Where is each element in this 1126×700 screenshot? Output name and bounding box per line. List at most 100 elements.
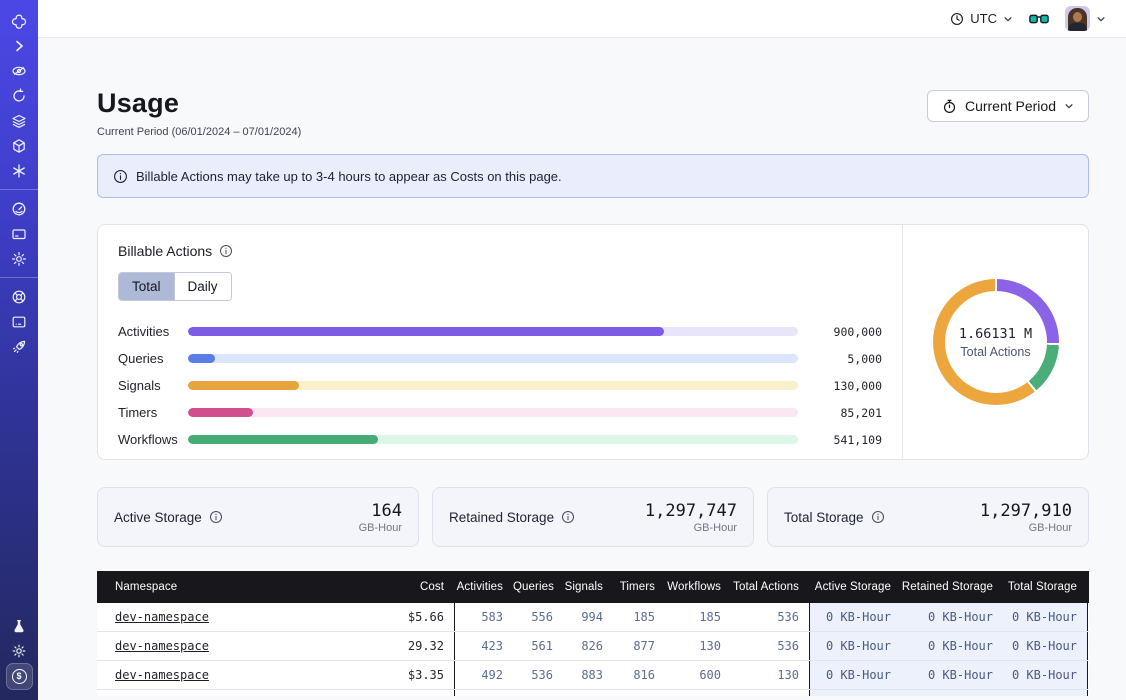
table-cell	[809, 690, 901, 696]
nexus-asterisk-icon[interactable]	[0, 158, 38, 183]
glasses-icon[interactable]	[1029, 12, 1049, 26]
info-icon[interactable]	[871, 510, 885, 524]
column-header: Total Storage	[1003, 571, 1088, 603]
info-icon[interactable]	[561, 510, 575, 524]
table-row: dev-namespace$5.665835569941851855360 KB…	[97, 603, 1089, 632]
bar-value: 85,201	[810, 406, 882, 420]
sidebar: $	[0, 0, 38, 700]
history-rotate-icon[interactable]	[0, 83, 38, 108]
chevron-down-icon	[1064, 101, 1074, 111]
table-cell: 536	[513, 661, 563, 689]
namespaces-eye-icon[interactable]	[0, 58, 38, 83]
table-cell	[97, 690, 355, 696]
bar-fill	[188, 327, 664, 336]
bar-fill	[188, 381, 299, 390]
bar-label: Timers	[118, 405, 188, 420]
retained-storage-label: Retained Storage	[449, 510, 554, 525]
info-icon	[113, 169, 128, 184]
total-actions-label: Total Actions	[960, 345, 1030, 359]
timezone-selector[interactable]: UTC	[950, 11, 1013, 26]
usage-bar-row: Signals130,000	[118, 372, 882, 399]
table-cell: 0 KB-Hour	[901, 632, 1003, 660]
column-header: Namespace	[97, 571, 355, 603]
table-cell: 0 KB-Hour	[809, 603, 901, 631]
settings-gear-icon[interactable]	[0, 246, 38, 271]
stopwatch-icon	[942, 99, 957, 114]
usage-bar-row: Activities900,000	[118, 318, 882, 345]
table-row: dev-namespace$3.354925368838166001300 KB…	[97, 661, 1089, 690]
table-cell: 0 KB-Hour	[901, 603, 1003, 631]
expand-chevron-icon[interactable]	[0, 33, 38, 58]
usage-bar-row: Workflows541,109	[118, 426, 882, 453]
bar-fill	[188, 435, 378, 444]
table-cell: 29.32	[355, 632, 455, 660]
column-header: Retained Storage	[901, 571, 1003, 603]
period-dropdown-label: Current Period	[965, 98, 1056, 114]
billable-bars: Activities900,000Queries5,000Signals130,…	[118, 318, 882, 453]
bar-label: Activities	[118, 324, 188, 339]
getting-started-rocket-icon[interactable]	[0, 334, 38, 359]
current-period-subtitle: Current Period (06/01/2024 – 07/01/2024)	[97, 126, 301, 138]
namespace-usage-table: NamespaceCostActivitiesQueriesSignalsTim…	[97, 571, 1089, 696]
column-header: Active Storage	[809, 571, 901, 603]
theme-sun-icon[interactable]	[0, 638, 38, 663]
active-storage-card: Active Storage 164 GB-Hour	[97, 487, 419, 547]
table-cell: 536	[731, 603, 809, 631]
table-cell	[731, 690, 809, 696]
tab-daily[interactable]: Daily	[174, 273, 231, 300]
user-menu[interactable]	[1065, 6, 1106, 31]
namespace-link[interactable]: dev-namespace	[115, 668, 209, 682]
support-lifebuoy-icon[interactable]	[0, 284, 38, 309]
namespace-link[interactable]: dev-namespace	[115, 639, 209, 653]
table-cell: 492	[455, 661, 513, 689]
total-storage-label: Total Storage	[784, 510, 864, 525]
bar-label: Signals	[118, 378, 188, 393]
table-cell: 130	[665, 632, 731, 660]
pricing-coin-icon[interactable]: $	[6, 663, 33, 690]
table-cell: 423	[455, 632, 513, 660]
bar-track	[188, 381, 798, 390]
info-icon[interactable]	[219, 244, 233, 258]
donut-center: 1.66131 M Total Actions	[945, 291, 1047, 393]
table-cell: 600	[665, 661, 731, 689]
layers-icon[interactable]	[0, 108, 38, 133]
period-dropdown-button[interactable]: Current Period	[927, 90, 1089, 122]
total-actions-value: 1.66131 M	[959, 326, 1032, 342]
table-cell	[901, 690, 1003, 696]
temporal-logo-icon[interactable]	[0, 8, 38, 33]
chevron-down-icon	[1096, 14, 1106, 24]
retained-storage-card: Retained Storage 1,297,747 GB-Hour	[432, 487, 754, 547]
bar-label: Queries	[118, 351, 188, 366]
active-storage-label: Active Storage	[114, 510, 202, 525]
bar-fill	[188, 354, 215, 363]
table-cell: 826	[563, 632, 613, 660]
table-cell	[513, 690, 563, 696]
table-cell: 994	[563, 603, 613, 631]
table-cell: 556	[513, 603, 563, 631]
billing-card-icon[interactable]	[0, 221, 38, 246]
deployments-cube-icon[interactable]	[0, 133, 38, 158]
sidebar-divider	[0, 189, 38, 190]
labs-flask-icon[interactable]	[0, 613, 38, 638]
table-cell: 0 KB-Hour	[901, 661, 1003, 689]
active-storage-value: 164	[359, 501, 402, 521]
info-icon[interactable]	[209, 510, 223, 524]
namespace-link[interactable]: dev-namespace	[115, 610, 209, 624]
column-header: Total Actions	[731, 571, 809, 603]
table-cell: 0 KB-Hour	[809, 661, 901, 689]
total-storage-value: 1,297,910	[980, 501, 1072, 521]
storage-cards-row: Active Storage 164 GB-Hour Retained Stor…	[97, 487, 1089, 547]
banner-text: Billable Actions may take up to 3-4 hour…	[136, 169, 562, 184]
table-cell	[563, 690, 613, 696]
retained-storage-value: 1,297,747	[645, 501, 737, 521]
column-header: Timers	[613, 571, 665, 603]
usage-gauge-icon[interactable]	[0, 196, 38, 221]
tab-total[interactable]: Total	[119, 273, 174, 300]
bar-track	[188, 408, 798, 417]
main-content: Usage Current Period (06/01/2024 – 07/01…	[38, 0, 1126, 696]
console-screen-icon[interactable]	[0, 309, 38, 334]
table-cell: 0 KB-Hour	[1003, 661, 1088, 689]
table-cell: 816	[613, 661, 665, 689]
table-cell: 583	[455, 603, 513, 631]
column-header: Cost	[355, 571, 455, 603]
